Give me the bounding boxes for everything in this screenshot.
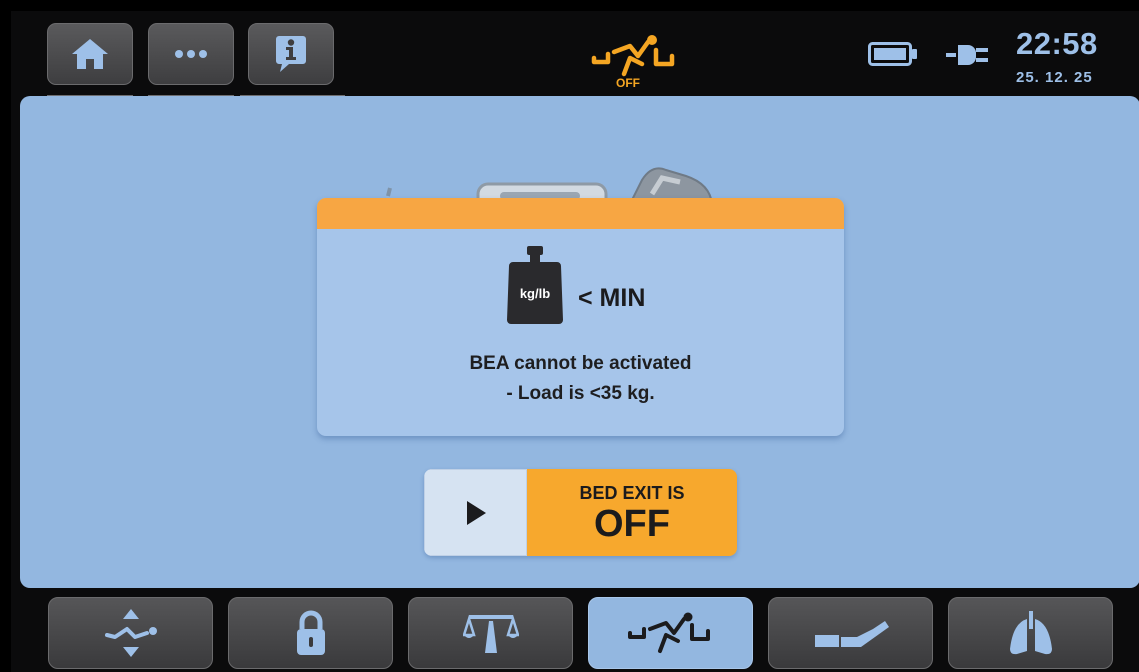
- home-button[interactable]: [47, 23, 133, 85]
- home-icon: [72, 39, 108, 69]
- dialog-accent-bar: [317, 198, 844, 229]
- battery-icon: [868, 42, 917, 66]
- play-button[interactable]: [424, 469, 527, 556]
- dialog-message-line2: - Load is <35 kg.: [506, 383, 655, 404]
- scale-icon: [462, 614, 519, 653]
- mattress-icon: [814, 621, 889, 647]
- warning-dialog: kg/lb < MIN BEA cannot be activated - Lo…: [317, 198, 844, 436]
- bed-position-icon: [104, 609, 157, 657]
- play-icon: [466, 500, 486, 525]
- bed-exit-state[interactable]: BED EXIT IS OFF: [527, 469, 737, 556]
- lock-icon: [296, 610, 325, 655]
- nav-scale[interactable]: [408, 597, 573, 669]
- dialog-message-line1: BEA cannot be activated: [469, 353, 692, 374]
- more-button[interactable]: [148, 23, 234, 85]
- weight-icon: kg/lb: [507, 246, 563, 324]
- bed-exit-state-value: OFF: [594, 503, 670, 545]
- weight-unit-label: kg/lb: [519, 286, 551, 301]
- nav-lungs[interactable]: [948, 597, 1113, 669]
- power-plug-icon: [946, 45, 988, 65]
- clock-date: 25. 12. 25: [1016, 69, 1093, 86]
- nav-bed-position[interactable]: [48, 597, 213, 669]
- info-button[interactable]: [248, 23, 334, 85]
- bed-exit-state-title: BED EXIT IS: [579, 483, 685, 503]
- bed-exit-icon: [627, 612, 710, 653]
- nav-bed-exit[interactable]: [588, 597, 753, 669]
- lungs-icon: [1009, 611, 1052, 655]
- nav-mattress[interactable]: [768, 597, 933, 669]
- bed-exit-toggle[interactable]: BED EXIT IS OFF: [424, 469, 737, 556]
- min-label: < MIN: [578, 284, 646, 312]
- nav-lock[interactable]: [228, 597, 393, 669]
- bed-exit-status-label: OFF: [616, 76, 640, 90]
- info-icon: [276, 36, 306, 72]
- more-icon: [175, 50, 207, 58]
- clock-time: 22:58: [1016, 26, 1098, 61]
